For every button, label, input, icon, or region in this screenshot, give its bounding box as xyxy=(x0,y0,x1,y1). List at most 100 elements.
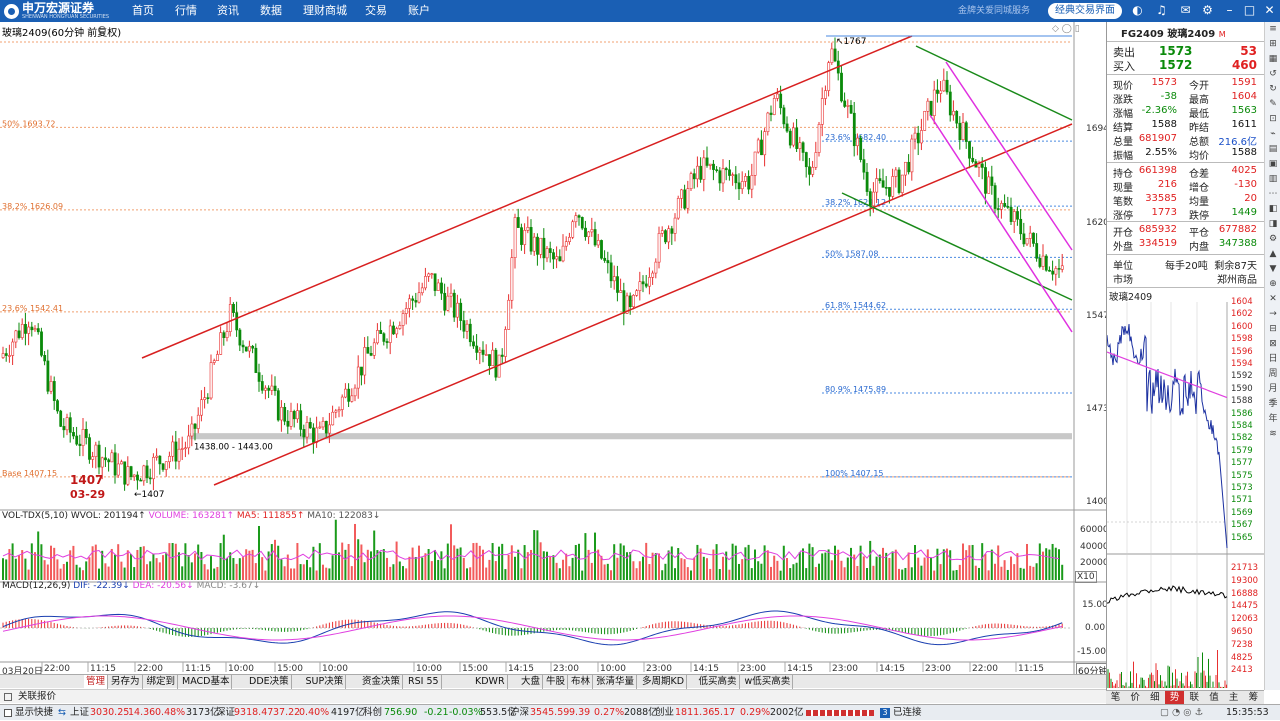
classic-trade-button[interactable]: 经典交易界面 xyxy=(1048,3,1122,19)
indicator-tab[interactable]: 管理 xyxy=(84,675,109,689)
volume-bar xyxy=(85,561,88,580)
headset-icon[interactable]: ♫ xyxy=(1154,3,1169,18)
indicator-tab[interactable]: 张清华量 xyxy=(594,675,638,689)
indicator-tab[interactable]: w低买高卖 xyxy=(743,675,794,689)
toolbar-icon[interactable]: ⋯ xyxy=(1265,187,1280,202)
panel-tab[interactable]: 联 xyxy=(1185,691,1204,705)
toolbar-icon[interactable]: ⊕ xyxy=(1265,277,1280,292)
buy-row[interactable]: 买入 1572 460 xyxy=(1107,58,1265,73)
time-axis-label: 22:00 xyxy=(137,664,163,674)
panel-tab[interactable]: 价 xyxy=(1126,691,1145,705)
toolbar-icon[interactable]: ▼ xyxy=(1265,262,1280,277)
toolbar-icon[interactable]: ↺ xyxy=(1265,67,1280,82)
toolbar-icon[interactable]: ↻ xyxy=(1265,82,1280,97)
menu-news[interactable]: 资讯 xyxy=(217,0,239,22)
toolbar-icon[interactable]: ▥ xyxy=(1265,172,1280,187)
indicator-tab[interactable]: RSI 55 xyxy=(406,675,442,689)
close-icon[interactable]: ✕ xyxy=(1262,3,1277,18)
toolbar-icon[interactable]: ✎ xyxy=(1265,97,1280,112)
volume-bar xyxy=(421,557,424,580)
indicator-tab[interactable]: 大盘 xyxy=(519,675,544,689)
indicator-tab[interactable]: KDWR xyxy=(473,675,508,689)
candle-body xyxy=(827,62,831,91)
toolbar-icon[interactable]: 季 xyxy=(1265,397,1280,412)
volume-bar xyxy=(104,563,107,580)
volume-bar xyxy=(350,566,353,580)
quick-display-label[interactable]: 显示快捷 xyxy=(15,705,53,721)
toolbar-icon[interactable]: ⊟ xyxy=(1265,322,1280,337)
gear-icon[interactable]: ⚙ xyxy=(1200,3,1215,18)
candle-body xyxy=(721,168,725,184)
quick-display-icon[interactable] xyxy=(4,709,12,717)
skin-icon[interactable]: ◐ xyxy=(1130,3,1145,18)
menu-data[interactable]: 数据 xyxy=(260,0,282,22)
indicator-tab[interactable]: DDE决策 xyxy=(247,675,292,689)
toolbar-icon[interactable]: ▦ xyxy=(1265,52,1280,67)
toolbar-icon[interactable]: → xyxy=(1265,307,1280,322)
clock: 15:35:53 xyxy=(1226,707,1269,718)
menu-home[interactable]: 首页 xyxy=(132,0,154,22)
indicator-tab[interactable]: 另存为 xyxy=(109,675,143,689)
toolbar-icon[interactable]: ≡ xyxy=(1265,22,1280,37)
toolbar-icon[interactable]: ▤ xyxy=(1265,142,1280,157)
chart-icon[interactable]: ⇆ xyxy=(58,705,66,721)
panel-tab[interactable]: 筹 xyxy=(1244,691,1263,705)
candle-body xyxy=(686,188,690,209)
volume-bar xyxy=(635,568,638,580)
panel-tab[interactable]: 值 xyxy=(1205,691,1224,705)
panel-tab[interactable]: 势 xyxy=(1165,691,1185,705)
indicator-tab[interactable]: MACD基本 xyxy=(180,675,233,689)
menu-trade[interactable]: 交易 xyxy=(365,0,387,22)
toolbar-icon[interactable]: ⌁ xyxy=(1265,127,1280,142)
toolbar-icon[interactable]: ⊠ xyxy=(1265,337,1280,352)
indicator-tab[interactable]: 布林 xyxy=(569,675,594,689)
toolbar-icon[interactable]: ◧ xyxy=(1265,202,1280,217)
menu-account[interactable]: 账户 xyxy=(408,0,430,22)
toolbar-icon[interactable]: ▲ xyxy=(1265,247,1280,262)
tray-icons[interactable]: ▢ ◔ ◎ ⚓ xyxy=(1160,705,1203,721)
mail-icon[interactable]: ✉ xyxy=(1178,3,1193,18)
menu-wealth-mall[interactable]: 理财商城 xyxy=(303,0,347,22)
volume-bar xyxy=(520,568,523,580)
candle-body xyxy=(24,324,27,334)
toolbar-icon[interactable]: 月 xyxy=(1265,382,1280,397)
sell-row[interactable]: 卖出 1573 53 xyxy=(1107,44,1265,59)
panel-tab[interactable]: 主 xyxy=(1224,691,1243,705)
indicator-tab[interactable]: 多周期KD xyxy=(640,675,688,689)
toolbar-icon[interactable]: 年 xyxy=(1265,412,1280,427)
minimize-icon[interactable]: – xyxy=(1222,3,1237,18)
volume-bar xyxy=(1016,553,1019,580)
toolbar-icon[interactable]: 日 xyxy=(1265,352,1280,367)
indicator-tab[interactable]: 绑定到 xyxy=(145,675,179,689)
indicator-tab[interactable]: SUP决策 xyxy=(304,675,347,689)
candle-body xyxy=(670,228,674,234)
panel-tab[interactable]: 笔 xyxy=(1106,691,1125,705)
maximize-icon[interactable]: □ xyxy=(1242,3,1257,18)
panel-tab[interactable]: 细 xyxy=(1145,691,1164,705)
volume-bar xyxy=(322,564,324,580)
fib-level-label: 38.2% 1626.09 xyxy=(2,202,63,211)
volume-bar xyxy=(549,556,552,580)
kline-chart[interactable]: 50% 1693.72 38.2% 1626.09 23.6% 1542.41 Bas… xyxy=(0,22,1106,674)
indicator-tab[interactable]: 低买高卖 xyxy=(697,675,740,689)
toolbar-icon[interactable]: ≋ xyxy=(1265,427,1280,442)
volume-bar xyxy=(66,561,68,580)
indicator-tab[interactable]: 牛股 xyxy=(544,675,569,689)
green-upper-line xyxy=(915,45,1073,121)
volume-bar xyxy=(434,550,436,580)
candle-body xyxy=(305,422,309,438)
toolbar-icon[interactable]: ⊞ xyxy=(1265,37,1280,52)
toolbar-icon[interactable]: ⚙ xyxy=(1265,232,1280,247)
candle-body xyxy=(1016,211,1019,220)
menu-quotes[interactable]: 行情 xyxy=(175,0,197,22)
indicator-tab[interactable]: 资金决策 xyxy=(360,675,404,689)
toolbar-icon[interactable]: ▣ xyxy=(1265,157,1280,172)
volume-bar xyxy=(965,550,968,580)
mini-price-label: 1588 xyxy=(1231,396,1253,407)
related-quotes-label[interactable]: 关联报价 xyxy=(18,691,56,702)
toolbar-icon[interactable]: ⊡ xyxy=(1265,112,1280,127)
toolbar-icon[interactable]: 周 xyxy=(1265,367,1280,382)
expand-icon[interactable] xyxy=(4,692,12,701)
toolbar-icon[interactable]: ◨ xyxy=(1265,217,1280,232)
toolbar-icon[interactable]: ✕ xyxy=(1265,292,1280,307)
